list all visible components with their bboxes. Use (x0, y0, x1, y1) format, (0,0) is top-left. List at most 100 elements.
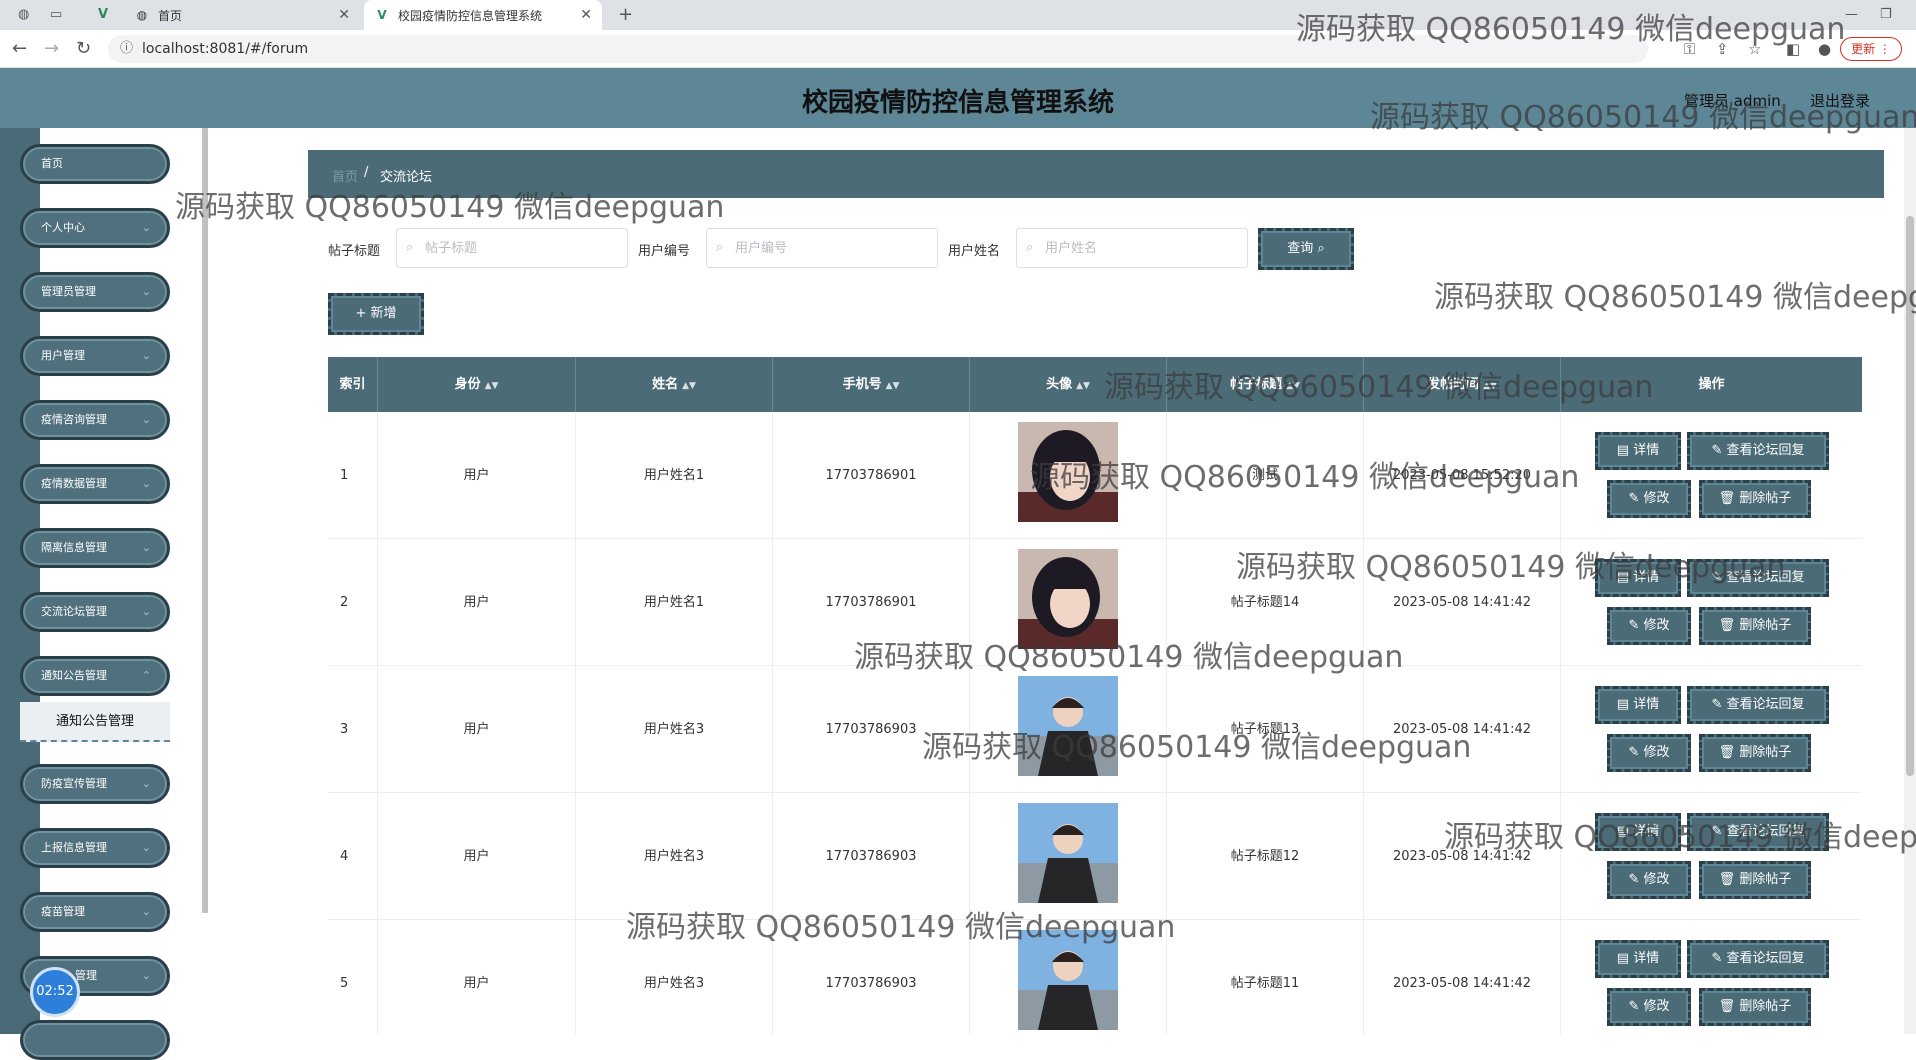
delete-button[interactable]: 🗑 删除帖子 (1699, 607, 1811, 645)
view-replies-button[interactable]: ✎ 查看论坛回复 (1687, 432, 1829, 470)
sidebar-item-home[interactable]: 首页 (20, 144, 170, 184)
restore-icon[interactable]: ❐ (1880, 7, 1896, 23)
detail-button[interactable]: ▤ 详情 (1595, 940, 1681, 978)
back-icon[interactable]: ← (12, 38, 27, 59)
column-header-phone[interactable]: 手机号 ▲▼ (773, 357, 970, 412)
view-replies-button[interactable]: ✎ 查看论坛回复 (1687, 686, 1829, 724)
detail-label: 详情 (1633, 697, 1660, 712)
view-replies-button[interactable]: ✎ 查看论坛回复 (1687, 813, 1829, 851)
sort-icon[interactable]: ▲▼ (1286, 381, 1300, 391)
detail-button[interactable]: ▤ 详情 (1595, 813, 1681, 851)
sort-icon[interactable]: ▲▼ (1076, 381, 1090, 391)
sort-icon[interactable]: ▲▼ (485, 381, 499, 391)
sidebar-item-promotion[interactable]: 防疫宣传管理 ⌄ (20, 764, 170, 804)
detail-button[interactable]: ▤ 详情 (1595, 559, 1681, 597)
close-icon[interactable]: ✕ (580, 7, 592, 23)
detail-button[interactable]: ▤ 详情 (1595, 432, 1681, 470)
page-icon[interactable]: ▭ (50, 7, 66, 23)
table-row: 1 用户 用户姓名1 17703786901 测试 2023-05-08 15:… (328, 412, 1862, 539)
edit-button[interactable]: ✎ 修改 (1607, 607, 1691, 645)
sidebar-item-report[interactable]: 上报信息管理 ⌄ (20, 828, 170, 868)
column-header-identity[interactable]: 身份 ▲▼ (378, 357, 576, 412)
post-title-input[interactable] (396, 228, 628, 268)
share-icon[interactable]: ⇪ (1716, 40, 1729, 58)
sidebar-item-epidemic-data[interactable]: 疫情数据管理 ⌄ (20, 464, 170, 504)
cell-title: 帖子标题13 (1167, 666, 1364, 793)
cell-actions: ▤ 详情 ✎ 查看论坛回复 ✎ 修改 🗑 删除帖子 (1561, 793, 1862, 920)
sort-icon[interactable]: ▲▼ (886, 381, 900, 391)
user-number-input[interactable] (706, 228, 938, 268)
sidebar-scrollbar[interactable] (202, 128, 208, 913)
detail-button[interactable]: ▤ 详情 (1595, 686, 1681, 724)
sidebar-item-vaccine[interactable]: 疫苗管理 ⌄ (20, 892, 170, 932)
sidebar-item-admins[interactable]: 管理员管理 ⌄ (20, 272, 170, 312)
cell-index: 5 (328, 920, 378, 1034)
key-icon[interactable]: ⚿ (1684, 40, 1695, 58)
sidebar-item-forum[interactable]: 交流论坛管理 ⌄ (20, 592, 170, 632)
sort-icon[interactable]: ▲▼ (682, 381, 696, 391)
search-icon: ⌕ (716, 240, 724, 255)
vue-icon[interactable]: V (98, 7, 114, 23)
new-tab-icon[interactable]: + (618, 4, 634, 25)
delete-button[interactable]: 🗑 删除帖子 (1699, 861, 1811, 899)
star-icon[interactable]: ☆ (1748, 40, 1761, 58)
chevron-down-icon: ⌄ (141, 777, 151, 790)
cell-actions: ▤ 详情 ✎ 查看论坛回复 ✎ 修改 🗑 删除帖子 (1561, 920, 1862, 1034)
sort-icon[interactable]: ▲▼ (1483, 381, 1497, 391)
column-header-name[interactable]: 姓名 ▲▼ (576, 357, 773, 412)
detail-label: 详情 (1633, 824, 1660, 839)
add-button[interactable]: + 新增 (328, 293, 424, 335)
page-scrollbar[interactable] (1904, 128, 1916, 1034)
sidebar-item-consult[interactable]: 疫情咨询管理 ⌄ (20, 400, 170, 440)
sidepanel-icon[interactable]: ◧ (1786, 40, 1800, 58)
url-field[interactable]: ⓘ localhost:8081/#/forum (108, 35, 1648, 63)
sidebar-item-profile[interactable]: 个人中心 ⌄ (20, 208, 170, 248)
sidebar-item-label: 管理 (75, 969, 97, 982)
column-header-time[interactable]: 发帖时间 ▲▼ (1364, 357, 1561, 412)
breadcrumb-home[interactable]: 首页 (332, 166, 358, 185)
delete-label: 删除帖子 (1739, 618, 1792, 633)
cell-title: 帖子标题11 (1167, 920, 1364, 1034)
close-icon[interactable]: ✕ (338, 7, 350, 23)
logout-link[interactable]: 退出登录 (1810, 90, 1870, 111)
sidebar-item-label: 首页 (41, 157, 63, 170)
delete-button[interactable]: 🗑 删除帖子 (1699, 988, 1811, 1026)
sidebar-item-notice[interactable]: 通知公告管理 ⌃ (20, 656, 170, 696)
minimize-icon[interactable]: — (1845, 7, 1861, 23)
avatar-girl-image (1018, 422, 1118, 522)
user-name-input[interactable] (1016, 228, 1248, 268)
scrollbar-thumb[interactable] (1906, 216, 1914, 776)
edit-button[interactable]: ✎ 修改 (1607, 480, 1691, 518)
forward-icon[interactable]: → (44, 38, 59, 59)
tab-home[interactable]: ◍ 首页 ✕ (124, 0, 360, 30)
delete-button[interactable]: 🗑 删除帖子 (1699, 480, 1811, 518)
submenu-item-notice[interactable]: 通知公告管理 (20, 702, 170, 742)
query-button[interactable]: 查询 ⌕ (1258, 228, 1354, 270)
edit-button[interactable]: ✎ 修改 (1607, 734, 1691, 772)
sidebar-item-isolation[interactable]: 隔离信息管理 ⌄ (20, 528, 170, 568)
cell-title: 帖子标题12 (1167, 793, 1364, 920)
delete-button[interactable]: 🗑 删除帖子 (1699, 734, 1811, 772)
column-header-avatar[interactable]: 头像 ▲▼ (970, 357, 1167, 412)
globe-icon[interactable]: ◍ (18, 7, 34, 23)
sidebar-item-partial[interactable] (20, 1020, 170, 1060)
profile-icon[interactable]: ● (1818, 40, 1831, 58)
reload-icon[interactable]: ↻ (76, 38, 91, 59)
search-icon: ⌕ (1317, 241, 1325, 256)
view-replies-button[interactable]: ✎ 查看论坛回复 (1687, 559, 1829, 597)
tab-system[interactable]: V 校园疫情防控信息管理系统 ✕ (364, 0, 602, 30)
view-replies-button[interactable]: ✎ 查看论坛回复 (1687, 940, 1829, 978)
breadcrumb-separator: / (364, 165, 369, 180)
cell-phone: 17703786903 (773, 793, 970, 920)
cell-time: 2023-05-08 14:41:42 (1364, 666, 1561, 793)
sidebar-item-users[interactable]: 用户管理 ⌄ (20, 336, 170, 376)
edit-button[interactable]: ✎ 修改 (1607, 861, 1691, 899)
clock-badge[interactable]: 02:52 (30, 967, 80, 1017)
search-icon: ⌕ (1026, 240, 1034, 255)
update-button[interactable]: 更新 ⋮ (1840, 37, 1902, 61)
info-icon[interactable]: ⓘ (120, 35, 133, 63)
browser-tab-bar: ◍ ▭ V ◍ 首页 ✕ V 校园疫情防控信息管理系统 ✕ + — ❐ (0, 0, 1916, 30)
column-header-title[interactable]: 帖子标题 ▲▼ (1167, 357, 1364, 412)
filter-userno-label: 用户编号 (638, 244, 691, 259)
edit-button[interactable]: ✎ 修改 (1607, 988, 1691, 1026)
